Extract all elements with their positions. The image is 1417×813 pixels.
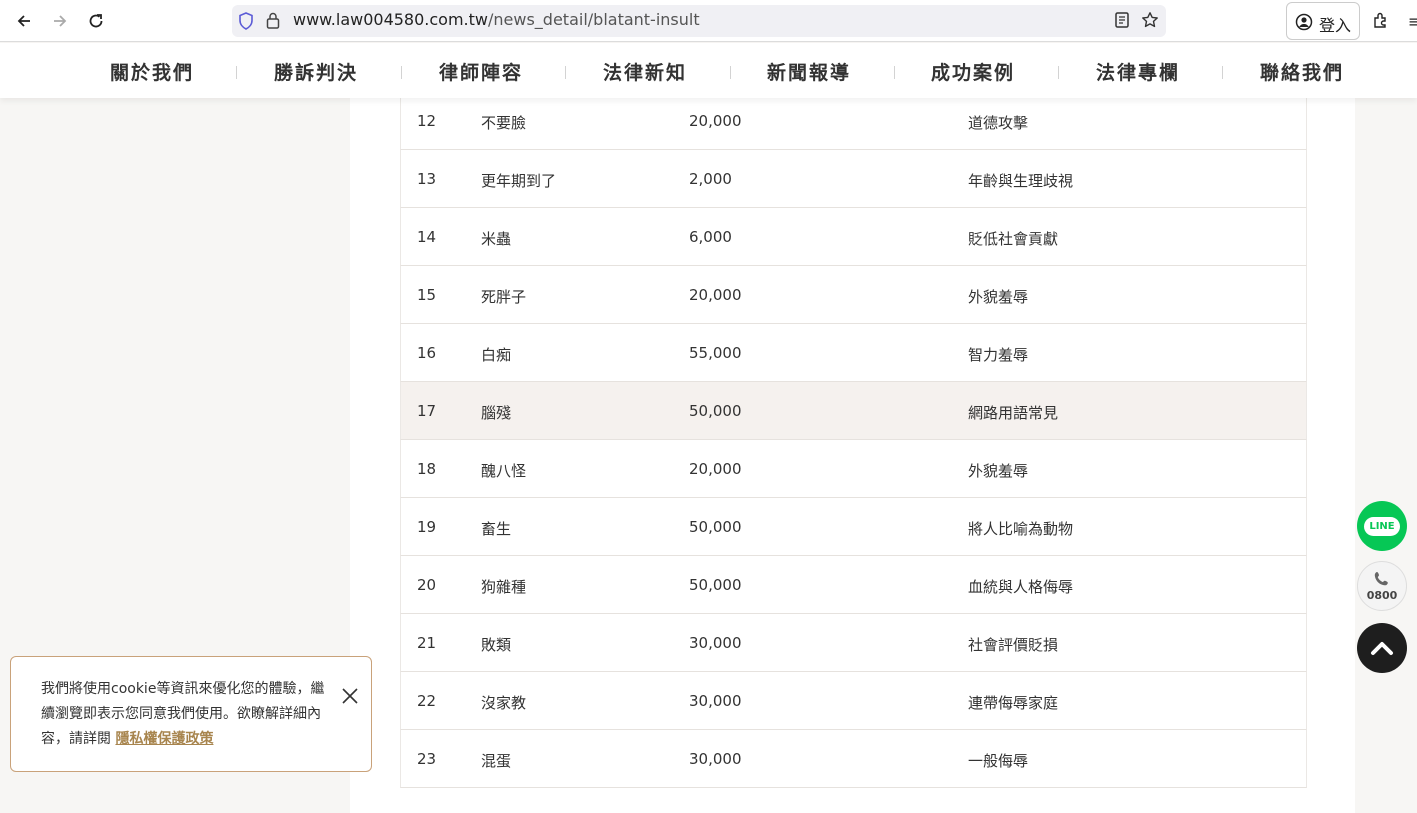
row-number: 13 bbox=[417, 170, 437, 188]
phone-label: 0800 bbox=[1366, 589, 1398, 602]
table-row: 16 白痴 55,000 智力羞辱 bbox=[400, 324, 1307, 382]
cookie-banner: 我們將使用cookie等資訊來優化您的體驗，繼續瀏覽即表示您同意我們使用。欲瞭解… bbox=[10, 656, 372, 772]
compensation-amount: 6,000 bbox=[689, 228, 732, 246]
nav-item-lawyers[interactable]: 律師陣容 bbox=[399, 58, 563, 85]
compensation-amount: 2,000 bbox=[689, 170, 732, 188]
insult-word: 沒家教 bbox=[481, 694, 527, 712]
compensation-amount: 20,000 bbox=[689, 286, 742, 304]
row-number: 23 bbox=[417, 750, 437, 768]
phone-icon bbox=[1374, 572, 1388, 586]
compensation-amount: 50,000 bbox=[689, 576, 742, 594]
close-icon[interactable] bbox=[339, 685, 361, 707]
row-number: 20 bbox=[417, 576, 437, 594]
row-number: 14 bbox=[417, 228, 437, 246]
table-row: 23 混蛋 30,000 一般侮辱 bbox=[400, 730, 1307, 788]
row-number: 15 bbox=[417, 286, 437, 304]
site-navigation: 關於我們 勝訴判決 律師陣容 法律新知 新聞報導 成功案例 法律專欄 聯絡我們 bbox=[0, 43, 1417, 98]
arrow-left-icon bbox=[17, 15, 30, 27]
insult-category: 貶低社會貢獻 bbox=[968, 230, 1059, 248]
back-button[interactable] bbox=[11, 8, 37, 34]
table-row: 21 敗類 30,000 社會評價貶損 bbox=[400, 614, 1307, 672]
star-icon[interactable] bbox=[1141, 11, 1159, 29]
nav-item-column[interactable]: 法律專欄 bbox=[1056, 58, 1220, 85]
table-row: 13 更年期到了 2,000 年齡與生理歧視 bbox=[400, 150, 1307, 208]
nav-item-verdicts[interactable]: 勝訴判決 bbox=[234, 58, 398, 85]
insult-category: 一般侮辱 bbox=[968, 752, 1029, 770]
row-number: 12 bbox=[417, 112, 437, 130]
nav-item-about[interactable]: 關於我們 bbox=[70, 58, 234, 85]
account-icon bbox=[1295, 13, 1313, 31]
table-row: 15 死胖子 20,000 外貌羞辱 bbox=[400, 266, 1307, 324]
table-row: 22 沒家教 30,000 連帶侮辱家庭 bbox=[400, 672, 1307, 730]
row-number: 21 bbox=[417, 634, 437, 652]
reader-view-icon[interactable] bbox=[1113, 11, 1131, 29]
compensation-amount: 55,000 bbox=[689, 344, 742, 362]
compensation-amount: 20,000 bbox=[689, 460, 742, 478]
insult-word: 醜八怪 bbox=[481, 462, 527, 480]
phone-button[interactable]: 0800 bbox=[1357, 561, 1407, 611]
table-row: 19 畜生 50,000 將人比喻為動物 bbox=[400, 498, 1307, 556]
reload-icon bbox=[89, 14, 103, 28]
url-host: www.law004580.com.tw bbox=[293, 10, 488, 29]
insult-category: 外貌羞辱 bbox=[968, 462, 1029, 480]
line-button[interactable]: LINE bbox=[1357, 501, 1407, 551]
insult-category: 道德攻擊 bbox=[968, 114, 1029, 132]
row-number: 22 bbox=[417, 692, 437, 710]
shield-icon[interactable] bbox=[238, 12, 254, 30]
row-number: 17 bbox=[417, 402, 437, 420]
nav-item-contact[interactable]: 聯絡我們 bbox=[1220, 58, 1384, 85]
nav-item-legal-news[interactable]: 法律新知 bbox=[563, 58, 727, 85]
chevron-up-icon bbox=[1371, 642, 1393, 655]
line-label: LINE bbox=[1364, 516, 1400, 536]
privacy-policy-link[interactable]: 隱私權保護政策 bbox=[115, 731, 213, 747]
lock-icon[interactable] bbox=[266, 11, 280, 29]
table-row: 12 不要臉 20,000 道德攻擊 bbox=[400, 92, 1307, 150]
insult-word: 不要臉 bbox=[481, 114, 527, 132]
url-path: /news_detail/blatant-insult bbox=[488, 10, 700, 29]
insult-category: 外貌羞辱 bbox=[968, 288, 1029, 306]
insult-word: 白痴 bbox=[481, 346, 512, 364]
row-number: 18 bbox=[417, 460, 437, 478]
url-text[interactable]: www.law004580.com.tw/news_detail/blatant… bbox=[293, 10, 700, 29]
insult-word: 腦殘 bbox=[481, 404, 512, 422]
compensation-amount: 30,000 bbox=[689, 750, 742, 768]
table-row: 14 米蟲 6,000 貶低社會貢獻 bbox=[400, 208, 1307, 266]
arrow-right-icon bbox=[54, 15, 67, 27]
insult-word: 混蛋 bbox=[481, 752, 512, 770]
insult-word: 米蟲 bbox=[481, 230, 512, 248]
row-number: 16 bbox=[417, 344, 437, 362]
login-label: 登入 bbox=[1319, 16, 1352, 35]
login-button[interactable]: 登入 bbox=[1286, 2, 1360, 40]
compensation-amount: 20,000 bbox=[689, 112, 742, 130]
table-row: 20 狗雜種 50,000 血統與人格侮辱 bbox=[400, 556, 1307, 614]
insult-category: 連帶侮辱家庭 bbox=[968, 694, 1059, 712]
insult-category: 將人比喻為動物 bbox=[968, 520, 1074, 538]
insult-word: 死胖子 bbox=[481, 288, 527, 306]
back-to-top-button[interactable] bbox=[1357, 623, 1407, 673]
browser-toolbar: www.law004580.com.tw/news_detail/blatant… bbox=[0, 0, 1417, 42]
nav-item-press[interactable]: 新聞報導 bbox=[727, 58, 891, 85]
insult-category: 智力羞辱 bbox=[968, 346, 1029, 364]
insult-category: 年齡與生理歧視 bbox=[968, 172, 1074, 190]
cookie-message: 我們將使用cookie等資訊來優化您的體驗，繼續瀏覽即表示您同意我們使用。欲瞭解… bbox=[41, 677, 333, 752]
extensions-icon[interactable] bbox=[1372, 11, 1390, 29]
compensation-amount: 30,000 bbox=[689, 634, 742, 652]
insult-word: 敗類 bbox=[481, 636, 512, 654]
menu-icon[interactable]: ≡ bbox=[1408, 12, 1417, 31]
table-row: 18 醜八怪 20,000 外貌羞辱 bbox=[400, 440, 1307, 498]
compensation-amount: 30,000 bbox=[689, 692, 742, 710]
nav-item-cases[interactable]: 成功案例 bbox=[891, 58, 1055, 85]
table-row: 17 腦殘 50,000 網路用語常見 bbox=[400, 382, 1307, 440]
forward-button[interactable] bbox=[47, 8, 73, 34]
insult-category: 社會評價貶損 bbox=[968, 636, 1059, 654]
insult-word: 狗雜種 bbox=[481, 578, 527, 596]
insult-category: 血統與人格侮辱 bbox=[968, 578, 1074, 596]
insult-category: 網路用語常見 bbox=[968, 404, 1059, 422]
insult-word: 畜生 bbox=[481, 520, 512, 538]
reload-button[interactable] bbox=[83, 8, 109, 34]
row-number: 19 bbox=[417, 518, 437, 536]
compensation-amount: 50,000 bbox=[689, 518, 742, 536]
insult-word: 更年期到了 bbox=[481, 172, 557, 190]
compensation-amount: 50,000 bbox=[689, 402, 742, 420]
